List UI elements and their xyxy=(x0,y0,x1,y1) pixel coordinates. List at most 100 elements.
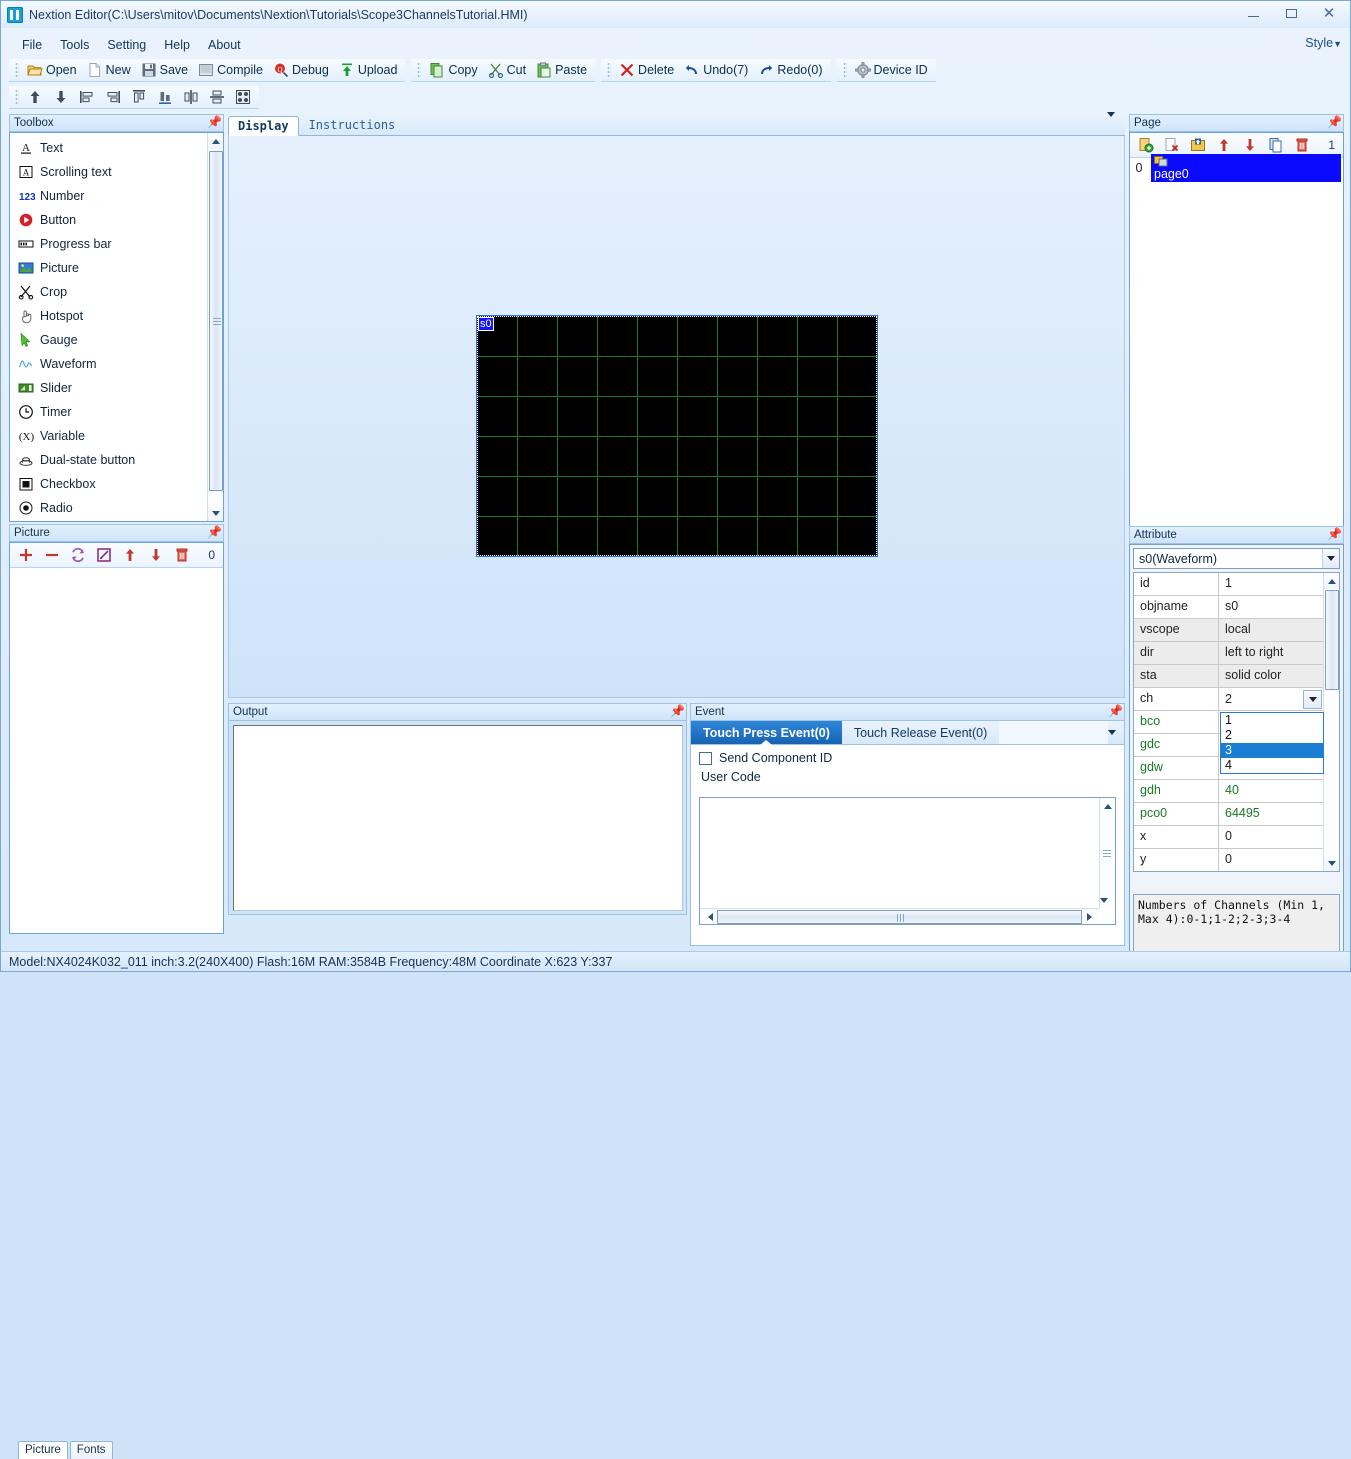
picture-move-up-icon[interactable] xyxy=(122,547,138,563)
chevron-down-icon[interactable] xyxy=(1322,549,1339,568)
attribute-value[interactable]: 0 xyxy=(1219,849,1323,871)
attribute-scrollbar[interactable] xyxy=(1323,573,1339,871)
distribute-horizontal-button[interactable] xyxy=(178,87,204,108)
toolbox-item-progress-bar[interactable]: Progress bar xyxy=(14,232,207,256)
pin-icon[interactable]: 📌 xyxy=(1327,529,1339,542)
page-move-up-icon[interactable] xyxy=(1216,137,1232,153)
attribute-value[interactable]: solid color xyxy=(1219,665,1323,687)
attribute-row-dir[interactable]: dirleft to right xyxy=(1134,642,1323,665)
attr-scroll-down-icon[interactable] xyxy=(1324,855,1340,871)
toolbar-grip-3[interactable] xyxy=(607,62,611,78)
align-grid-button[interactable] xyxy=(230,87,256,108)
tab-touch-press-event[interactable]: Touch Press Event(0) xyxy=(691,721,842,744)
pin-icon[interactable]: 📌 xyxy=(207,117,219,130)
distribute-vertical-button[interactable] xyxy=(204,87,230,108)
toolbox-item-variable[interactable]: (X)Variable xyxy=(14,424,207,448)
scroll-up-arrow-icon[interactable] xyxy=(208,133,224,149)
copy-button[interactable]: Copy xyxy=(424,60,482,81)
align-toolbar-grip[interactable] xyxy=(15,89,19,105)
scroll-down-arrow-icon[interactable] xyxy=(208,505,224,521)
page-import-icon[interactable] xyxy=(1190,137,1206,153)
user-code-editor[interactable] xyxy=(699,797,1116,925)
menu-help[interactable]: Help xyxy=(155,36,199,54)
toolbox-item-hotspot[interactable]: Hotspot xyxy=(14,304,207,328)
close-button[interactable]: ✕ xyxy=(1310,1,1348,25)
ch-dropdown-option-2[interactable]: 2 xyxy=(1221,728,1323,743)
new-button[interactable]: New xyxy=(82,60,136,81)
code-scroll-right-icon[interactable] xyxy=(1083,909,1099,925)
send-component-id-checkbox[interactable] xyxy=(699,752,712,765)
page-add-icon[interactable] xyxy=(1138,137,1154,153)
toolbox-scrollbar[interactable] xyxy=(207,133,223,521)
style-menu[interactable]: Style▼ xyxy=(1305,36,1342,50)
page-remove-icon[interactable] xyxy=(1164,137,1180,153)
attribute-row-pco0[interactable]: pco064495 xyxy=(1134,803,1323,826)
picture-edit-icon[interactable] xyxy=(96,547,112,563)
picture-add-icon[interactable] xyxy=(18,547,34,563)
picture-delete-icon[interactable] xyxy=(174,547,190,563)
tab-touch-release-event[interactable]: Touch Release Event(0) xyxy=(842,721,999,744)
attribute-value[interactable]: 40 xyxy=(1219,780,1323,802)
page-copy-icon[interactable] xyxy=(1268,137,1284,153)
paste-button[interactable]: Paste xyxy=(531,60,592,81)
code-horizontal-scrollbar[interactable] xyxy=(700,908,1099,924)
attribute-value[interactable]: 2 xyxy=(1219,689,1303,710)
waveform-component[interactable]: s0 xyxy=(477,316,877,556)
ch-dropdown-option-1[interactable]: 1 xyxy=(1221,713,1323,728)
pin-icon[interactable]: 📌 xyxy=(1327,117,1339,130)
save-button[interactable]: Save xyxy=(136,60,194,81)
ch-dropdown-option-3[interactable]: 3 xyxy=(1221,743,1323,758)
pin-icon[interactable]: 📌 xyxy=(207,527,219,540)
menu-about[interactable]: About xyxy=(199,36,250,54)
attribute-value[interactable]: 64495 xyxy=(1219,803,1323,825)
toolbox-item-text[interactable]: AText xyxy=(14,136,207,160)
attribute-row-objname[interactable]: objnames0 xyxy=(1134,596,1323,619)
tab-fonts[interactable]: Fonts xyxy=(70,1441,113,1459)
attr-scroll-up-icon[interactable] xyxy=(1324,573,1340,589)
toolbox-item-button[interactable]: Button xyxy=(14,208,207,232)
toolbox-item-number[interactable]: 123Number xyxy=(14,184,207,208)
event-tabs-chevron-down-icon[interactable] xyxy=(1108,721,1124,744)
attribute-scrollbar-thumb[interactable] xyxy=(1325,590,1339,690)
toolbar-grip[interactable] xyxy=(15,62,19,78)
menu-file[interactable]: File xyxy=(13,36,51,54)
toolbox-item-radio[interactable]: Radio xyxy=(14,496,207,520)
compile-button[interactable]: Compile xyxy=(193,60,268,81)
tab-instructions[interactable]: Instructions xyxy=(299,115,406,135)
toolbar-grip-2[interactable] xyxy=(417,62,421,78)
toolbox-item-crop[interactable]: Crop xyxy=(14,280,207,304)
page-move-down-icon[interactable] xyxy=(1242,137,1258,153)
toolbox-item-checkbox[interactable]: Checkbox xyxy=(14,472,207,496)
code-hscrollbar-thumb[interactable] xyxy=(717,910,1082,924)
attribute-value[interactable]: 1 xyxy=(1219,573,1323,595)
code-scroll-down-icon[interactable] xyxy=(1100,892,1108,908)
attribute-value[interactable]: local xyxy=(1219,619,1323,641)
align-down-button[interactable] xyxy=(48,87,74,108)
chevron-down-icon[interactable] xyxy=(1303,690,1322,709)
code-vertical-scrollbar[interactable] xyxy=(1099,798,1115,908)
menu-tools[interactable]: Tools xyxy=(51,36,98,54)
page-list-item[interactable]: 0 page0 xyxy=(1130,158,1343,177)
tab-picture[interactable]: Picture xyxy=(18,1441,68,1459)
attribute-value[interactable]: s0 xyxy=(1219,596,1323,618)
attribute-row-ch[interactable]: ch2 xyxy=(1134,688,1323,711)
align-left-button[interactable] xyxy=(74,87,100,108)
upload-button[interactable]: Upload xyxy=(334,60,403,81)
picture-refresh-icon[interactable] xyxy=(70,547,86,563)
debug-button[interactable]: Q Debug xyxy=(268,60,334,81)
attribute-row-gdh[interactable]: gdh40 xyxy=(1134,780,1323,803)
send-component-id-row[interactable]: Send Component ID xyxy=(699,751,1118,765)
picture-move-down-icon[interactable] xyxy=(148,547,164,563)
delete-button[interactable]: Delete xyxy=(614,60,679,81)
undo-button[interactable]: Undo(7) xyxy=(679,60,753,81)
align-top-button[interactable] xyxy=(126,87,152,108)
ch-dropdown-option-4[interactable]: 4 xyxy=(1221,758,1323,773)
attribute-component-selector[interactable]: s0(Waveform) xyxy=(1133,548,1340,569)
menu-setting[interactable]: Setting xyxy=(98,36,155,54)
picture-remove-icon[interactable] xyxy=(44,547,60,563)
align-up-button[interactable] xyxy=(22,87,48,108)
toolbox-item-picture[interactable]: Picture xyxy=(14,256,207,280)
attribute-row-vscope[interactable]: vscopelocal xyxy=(1134,619,1323,642)
attribute-row-x[interactable]: x0 xyxy=(1134,826,1323,849)
attribute-row-id[interactable]: id1 xyxy=(1134,573,1323,596)
